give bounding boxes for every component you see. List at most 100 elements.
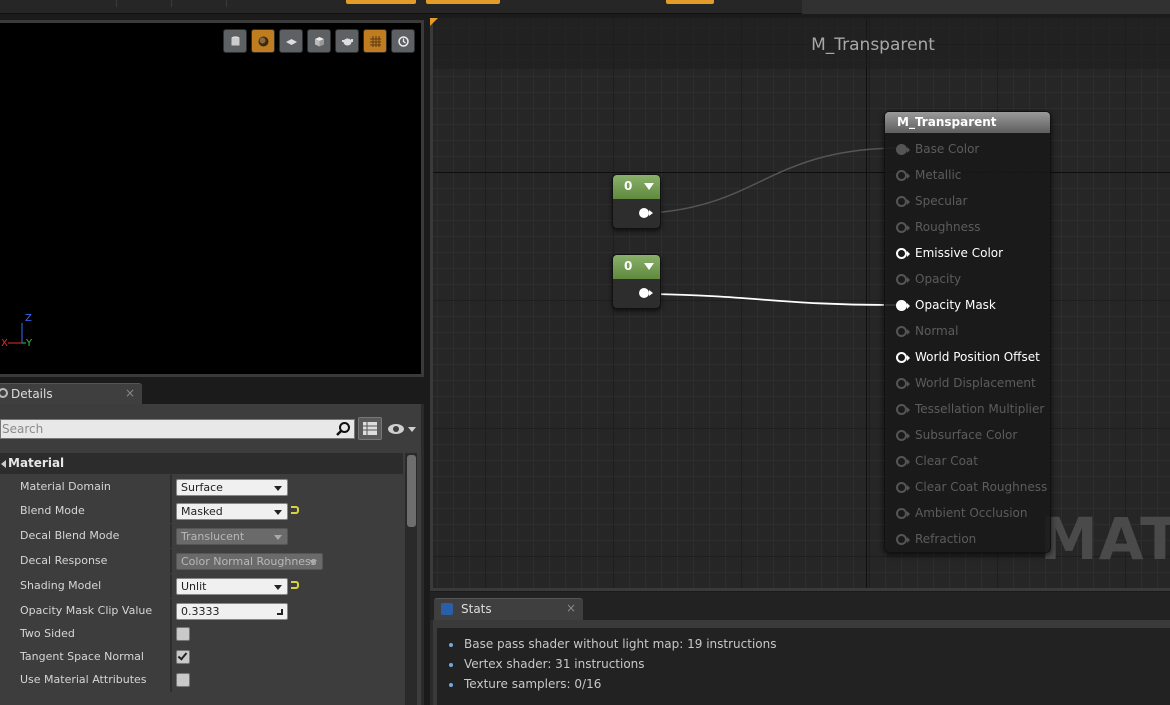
toolbar-active-button[interactable]: [346, 0, 416, 4]
sphere-preview-button[interactable]: [251, 29, 275, 53]
pin-circle-icon[interactable]: [896, 482, 907, 493]
plane-preview-button[interactable]: [279, 29, 303, 53]
list-icon: [363, 422, 377, 435]
column-divider[interactable]: [170, 574, 172, 598]
toolbar-slot[interactable]: [0, 0, 117, 7]
material-input-pin[interactable]: Ambient Occlusion: [885, 504, 1050, 524]
pin-circle-icon[interactable]: [896, 508, 907, 519]
toolbar-slot[interactable]: [117, 0, 172, 7]
pin-circle-icon[interactable]: [896, 352, 907, 363]
material-input-pin[interactable]: Normal: [885, 322, 1050, 342]
constant-node[interactable]: 0: [612, 254, 661, 309]
checkbox[interactable]: [176, 627, 190, 641]
collapse-arrow-icon[interactable]: [644, 183, 654, 190]
number-value: 0.3333: [181, 605, 220, 618]
realtime-toggle-button[interactable]: [391, 29, 415, 53]
column-divider[interactable]: [170, 549, 172, 573]
column-divider[interactable]: [170, 668, 172, 692]
checkbox[interactable]: [176, 673, 190, 687]
search-icon[interactable]: [335, 421, 351, 437]
pin-circle-icon[interactable]: [896, 196, 907, 207]
constant-node[interactable]: 0: [612, 174, 661, 229]
toolbar-active-button[interactable]: [426, 0, 500, 4]
column-divider[interactable]: [170, 475, 172, 499]
cube-preview-button[interactable]: [307, 29, 331, 53]
grid-toggle-button[interactable]: [363, 29, 387, 53]
pin-circle-icon[interactable]: [896, 404, 907, 415]
pin-circle-icon[interactable]: [896, 326, 907, 337]
pin-circle-icon[interactable]: [896, 248, 907, 259]
property-row: Tangent Space Normal: [0, 645, 403, 669]
toolbar-active-button[interactable]: [666, 0, 714, 4]
collapse-arrow-icon[interactable]: [644, 263, 654, 270]
property-dropdown[interactable]: Surface: [176, 479, 288, 496]
close-icon[interactable]: ×: [125, 386, 135, 400]
output-pin[interactable]: [639, 208, 649, 218]
search-input[interactable]: Search: [0, 419, 355, 439]
pin-circle-icon[interactable]: [896, 534, 907, 545]
top-toolbar: [0, 0, 1170, 14]
cylinder-preview-button[interactable]: [223, 29, 247, 53]
tab-details[interactable]: Details ×: [0, 383, 142, 404]
pin-circle-icon[interactable]: [896, 378, 907, 389]
material-result-node[interactable]: M_Transparent Base Color Metallic Specular…: [884, 111, 1051, 553]
checkbox[interactable]: [176, 650, 190, 664]
column-divider[interactable]: [170, 524, 172, 548]
material-input-pin[interactable]: Opacity: [885, 270, 1050, 290]
property-label: Opacity Mask Clip Value: [20, 604, 153, 617]
property-matrix-button[interactable]: [358, 417, 382, 440]
property-dropdown[interactable]: Unlit: [176, 578, 288, 595]
pin-circle-icon[interactable]: [896, 456, 907, 467]
material-input-pin[interactable]: World Position Offset: [885, 348, 1050, 368]
material-input-pin[interactable]: Clear Coat: [885, 452, 1050, 472]
scrollbar-thumb[interactable]: [407, 455, 416, 527]
property-dropdown[interactable]: Masked: [176, 503, 288, 520]
pin-circle-icon[interactable]: [896, 222, 907, 233]
visibility-options-button[interactable]: [386, 420, 418, 438]
material-input-pin[interactable]: Tessellation Multiplier: [885, 400, 1050, 420]
reset-to-default-icon[interactable]: [291, 506, 299, 514]
material-input-pin[interactable]: Specular: [885, 192, 1050, 212]
realtime-icon: [398, 36, 409, 47]
reset-to-default-icon[interactable]: [291, 581, 299, 589]
stat-line: Vertex shader: 31 instructions: [449, 657, 645, 671]
pin-label: Ambient Occlusion: [915, 506, 1028, 520]
material-input-pin[interactable]: Clear Coat Roughness: [885, 478, 1050, 498]
axis-gizmo: [8, 323, 26, 344]
pin-arrow-icon: [907, 381, 910, 387]
material-input-pin[interactable]: Opacity Mask: [885, 296, 1050, 316]
pin-arrow-icon: [907, 537, 910, 543]
material-input-pin[interactable]: Base Color: [885, 140, 1050, 160]
property-label: Tangent Space Normal: [20, 650, 144, 663]
toolbar-slot[interactable]: [172, 0, 227, 7]
close-icon[interactable]: ×: [566, 601, 576, 615]
material-input-pin[interactable]: Subsurface Color: [885, 426, 1050, 446]
output-pin[interactable]: [639, 288, 649, 298]
property-dropdown: Translucent: [176, 528, 288, 545]
pin-circle-icon[interactable]: [896, 430, 907, 441]
material-input-pin[interactable]: Metallic: [885, 166, 1050, 186]
pin-circle-icon[interactable]: [896, 274, 907, 285]
pin-arrow-icon: [907, 251, 910, 257]
column-divider[interactable]: [170, 599, 172, 623]
tab-stats[interactable]: Stats ×: [434, 598, 583, 620]
category-header-material[interactable]: Material: [0, 453, 403, 474]
column-divider[interactable]: [170, 499, 172, 523]
stats-tab-label: Stats: [461, 602, 492, 616]
dropdown-value: Unlit: [181, 580, 207, 593]
column-divider[interactable]: [170, 645, 172, 669]
pin-circle-icon[interactable]: [896, 300, 907, 311]
pin-circle-icon[interactable]: [896, 144, 907, 155]
pin-circle-icon[interactable]: [896, 170, 907, 181]
preview-viewport[interactable]: Z X Y: [0, 20, 424, 377]
material-input-pin[interactable]: Refraction: [885, 530, 1050, 550]
drag-handle-icon[interactable]: [277, 609, 283, 615]
teapot-preview-button[interactable]: [335, 29, 359, 53]
material-input-pin[interactable]: Emissive Color: [885, 244, 1050, 264]
column-divider[interactable]: [170, 622, 172, 646]
material-input-pin[interactable]: Roughness: [885, 218, 1050, 238]
number-input[interactable]: 0.3333: [176, 603, 288, 620]
material-input-pin[interactable]: World Displacement: [885, 374, 1050, 394]
property-row: Decal Blend Mode Translucent: [0, 524, 403, 548]
pin-label: World Displacement: [915, 376, 1036, 390]
